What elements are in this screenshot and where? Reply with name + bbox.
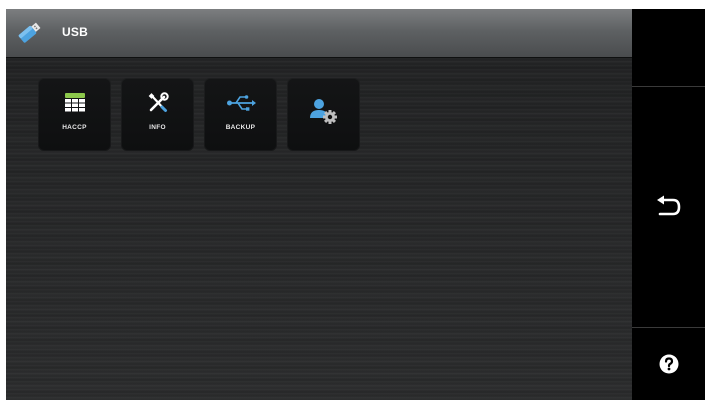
help-button[interactable] [632, 328, 705, 400]
haccp-button[interactable]: HACCP [38, 78, 111, 151]
help-icon [659, 354, 678, 374]
haccp-table-icon [64, 93, 85, 112]
user-settings-icon [309, 99, 337, 124]
backup-label: BACKUP [225, 124, 256, 131]
backup-button[interactable]: BACKUP [204, 78, 277, 151]
haccp-label: HACCP [62, 124, 87, 131]
device-screen: USB HACCP INFO BACKUP [6, 9, 705, 400]
info-button[interactable]: INFO [121, 78, 194, 151]
main-panel: USB HACCP INFO BACKUP [6, 9, 632, 400]
usb-drive-icon [18, 22, 41, 43]
tools-icon [148, 92, 169, 112]
back-arrow-icon [656, 195, 680, 216]
sidebar-empty-slot [632, 9, 705, 86]
back-button[interactable] [632, 87, 705, 327]
title-bar: USB [6, 9, 632, 57]
info-label: INFO [149, 124, 166, 131]
page-title: USB [62, 25, 88, 39]
right-sidebar [632, 9, 705, 400]
user-settings-button[interactable] [287, 78, 360, 151]
usb-symbol-icon [226, 95, 256, 111]
